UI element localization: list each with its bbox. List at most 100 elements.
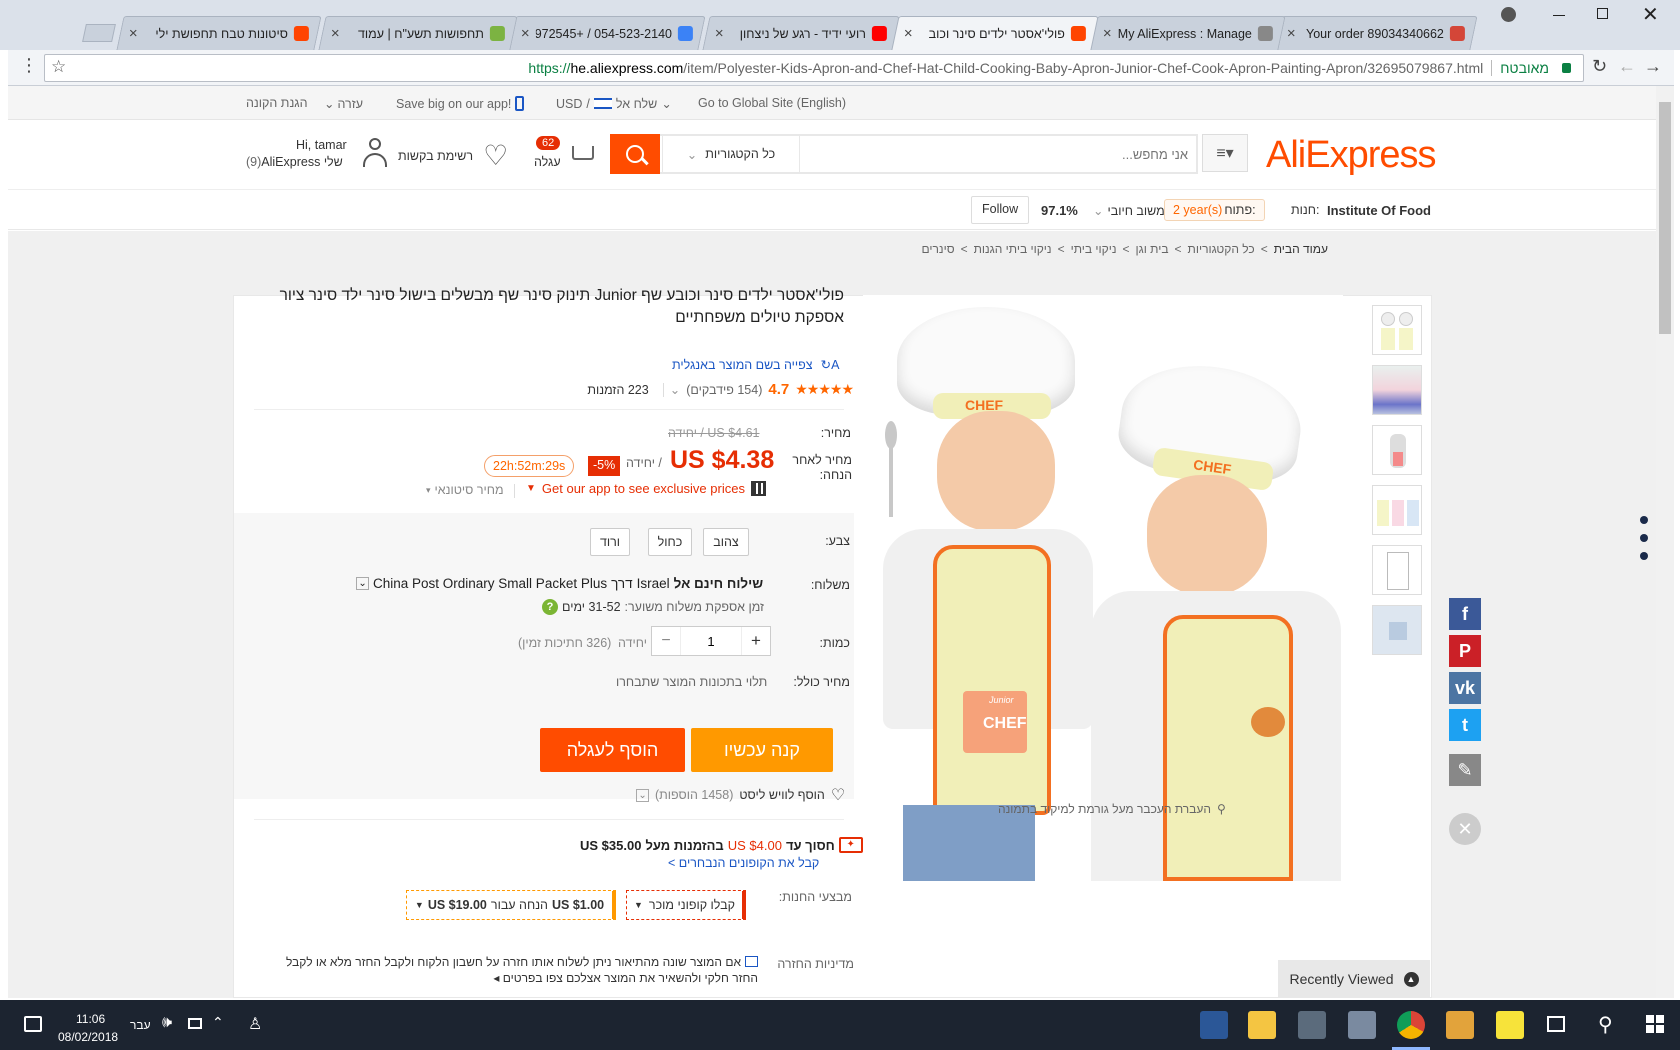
action-center-icon[interactable]: [24, 1016, 42, 1032]
browser-tab[interactable]: פולי'אסטר ילדים סינר וכוב ×: [891, 16, 1099, 50]
page-scrollbar[interactable]: [1656, 86, 1674, 998]
view-english-link[interactable]: A↻ צפייה בשם המוצר באנגלית: [672, 357, 839, 373]
breadcrumb-item[interactable]: ניקוי ביתי הגנות: [974, 242, 1052, 256]
store-name[interactable]: Institute Of Food: [1327, 203, 1431, 218]
shipping-selector[interactable]: שילוח חינם אל Israel דרך China Post Ordi…: [356, 576, 763, 591]
more-options-icon[interactable]: [1640, 516, 1648, 564]
menu-icon[interactable]: ⋮: [20, 55, 38, 76]
close-tab-icon[interactable]: ×: [715, 25, 724, 42]
wholesale-price-dropdown[interactable]: מחיר סיטונאי ▾: [426, 483, 504, 497]
help-icon[interactable]: ?: [542, 599, 558, 615]
decrease-button[interactable]: −: [652, 627, 680, 655]
follow-button[interactable]: Follow: [971, 196, 1030, 224]
breadcrumb-item[interactable]: בית וגן: [1136, 242, 1169, 256]
sticky-notes-icon[interactable]: [1496, 1011, 1524, 1039]
app-icon[interactable]: [1298, 1011, 1326, 1039]
facebook-icon[interactable]: f: [1449, 598, 1481, 630]
chevron-down-icon[interactable]: ⌄: [670, 382, 680, 397]
input-language[interactable]: עבר: [130, 1018, 151, 1032]
account-link[interactable]: Hi, tamar (9) AliExpress שלי: [246, 134, 396, 174]
search-button[interactable]: [610, 134, 660, 174]
increase-button[interactable]: +: [742, 627, 770, 655]
seller-coupon-button[interactable]: קבלו קופוני מוכר ▼: [626, 890, 746, 920]
category-select[interactable]: ⌄ כל הקטגוריות: [662, 136, 800, 172]
browser-tab[interactable]: תחפושות תשע"ח | עמוד ×: [318, 16, 518, 50]
add-to-wishlist[interactable]: ♡ הוסף לוויש ליסט (1458 הוספות) ⌄: [636, 785, 845, 805]
product-main-image[interactable]: CHEF Junior CHEF CHEF: [863, 295, 1343, 881]
category-menu-button[interactable]: ≡▾: [1202, 134, 1248, 172]
taskbar-date[interactable]: 08/02/2018: [58, 1030, 118, 1044]
thumbnail-5[interactable]: [1372, 545, 1422, 595]
thumbnail-4[interactable]: [1372, 485, 1422, 535]
recently-viewed-tab[interactable]: Recently Viewed ▲: [1278, 960, 1430, 998]
thumbnail-6[interactable]: [1372, 605, 1422, 655]
aliexpress-logo[interactable]: AliExpress: [1266, 134, 1436, 177]
close-social-button[interactable]: ✕: [1449, 813, 1481, 845]
minimize-button[interactable]: [1553, 15, 1565, 16]
chrome-icon[interactable]: [1397, 1011, 1425, 1039]
vk-icon[interactable]: vk: [1449, 672, 1481, 704]
thumbnail-2[interactable]: [1372, 365, 1422, 415]
file-explorer-icon[interactable]: [1248, 1011, 1276, 1039]
taskbar-time[interactable]: 11:06: [76, 1012, 105, 1026]
browser-tab[interactable]: Your order 89034340662 ×: [1274, 16, 1478, 50]
app-exclusive-link[interactable]: Get our app to see exclusive prices ▼: [526, 481, 766, 496]
maximize-button[interactable]: [1597, 8, 1608, 19]
help-dropdown[interactable]: ⌄ עזרה: [324, 96, 363, 112]
browser-tab[interactable]: סיטונות טבח תחפושת ילי ×: [116, 16, 322, 50]
scrollbar-thumb[interactable]: [1659, 102, 1671, 334]
task-view-icon[interactable]: [1547, 1016, 1565, 1032]
reload-icon[interactable]: ↻: [1592, 56, 1607, 77]
omnibox[interactable]: ☆ https://he.aliexpress.com/item/Polyest…: [44, 54, 1584, 82]
close-tab-icon[interactable]: ×: [129, 25, 138, 42]
color-option[interactable]: צהוב: [703, 528, 749, 556]
forward-icon[interactable]: ←: [1618, 56, 1636, 77]
paint-icon[interactable]: [1446, 1011, 1474, 1039]
photos-icon[interactable]: [1348, 1011, 1376, 1039]
global-site-link[interactable]: Go to Global Site (English): [698, 96, 846, 110]
breadcrumb-item[interactable]: עמוד הבית: [1274, 242, 1328, 256]
close-tab-icon[interactable]: ×: [521, 25, 530, 42]
store-discount-button[interactable]: ▼ US $1.00 הנחה עבור US $19.00: [406, 890, 616, 920]
close-tab-icon[interactable]: ×: [1103, 25, 1112, 42]
search-icon[interactable]: ⚲: [1598, 1012, 1613, 1037]
browser-tab[interactable]: 054-523-2140 / +972545 ×: [508, 16, 706, 50]
network-icon[interactable]: [188, 1018, 202, 1029]
app-promo-link[interactable]: Save big on our app!: [396, 96, 525, 111]
buy-now-button[interactable]: קנה עכשיו: [691, 728, 833, 772]
breadcrumb-item[interactable]: ניקוי ביתי: [1071, 242, 1117, 256]
return-details-link[interactable]: צפו בפרטים: [503, 971, 563, 985]
feedback-count[interactable]: (154 פידבקים): [686, 383, 762, 397]
profile-icon[interactable]: [1501, 7, 1516, 22]
close-tab-icon[interactable]: ×: [1287, 25, 1296, 42]
pinterest-icon[interactable]: P: [1449, 635, 1481, 667]
bookmark-star-icon[interactable]: ☆: [51, 57, 66, 77]
thumbnail-1[interactable]: [1372, 305, 1422, 355]
twitter-icon[interactable]: t: [1449, 709, 1481, 741]
new-tab-button[interactable]: [82, 24, 116, 42]
get-coupons-link[interactable]: קבל את הקופונים הנבחרים >: [668, 856, 819, 870]
browser-tab[interactable]: רועי ידיד - רגע של ניצחון ×: [702, 16, 900, 50]
tray-chevron-icon[interactable]: ⌃: [212, 1014, 224, 1031]
search-input[interactable]: [808, 144, 1188, 164]
thumbnail-3[interactable]: [1372, 425, 1422, 475]
color-option[interactable]: ורוד: [590, 528, 630, 556]
media-player-icon[interactable]: [1200, 1011, 1228, 1039]
wishlist-link[interactable]: רשימת בקשות ♡: [398, 142, 508, 170]
close-tab-icon[interactable]: ×: [331, 25, 340, 42]
ship-to-dropdown[interactable]: USD / שלח אל ⌄: [556, 96, 672, 112]
add-to-cart-button[interactable]: הוסף לעגלה: [540, 728, 685, 772]
back-icon[interactable]: →: [1644, 56, 1662, 77]
store-feedback-dropdown[interactable]: ⌄ משוב חיובי: [1093, 203, 1165, 219]
close-tab-icon[interactable]: ×: [904, 25, 913, 42]
windows-start-icon[interactable]: [1646, 1015, 1664, 1033]
people-icon[interactable]: ♙: [248, 1014, 262, 1034]
buyer-protection-link[interactable]: הגנת הקונה: [246, 96, 308, 110]
close-window-button[interactable]: ✕: [1642, 2, 1659, 27]
breadcrumb-item[interactable]: כל הקטגוריות: [1188, 242, 1255, 256]
quantity-input[interactable]: [680, 627, 742, 655]
edit-icon[interactable]: ✎: [1449, 754, 1481, 786]
volume-icon[interactable]: 🕪: [162, 1014, 172, 1032]
cart-link[interactable]: 62 עגלה: [528, 132, 598, 176]
color-option[interactable]: כחול: [648, 528, 692, 556]
